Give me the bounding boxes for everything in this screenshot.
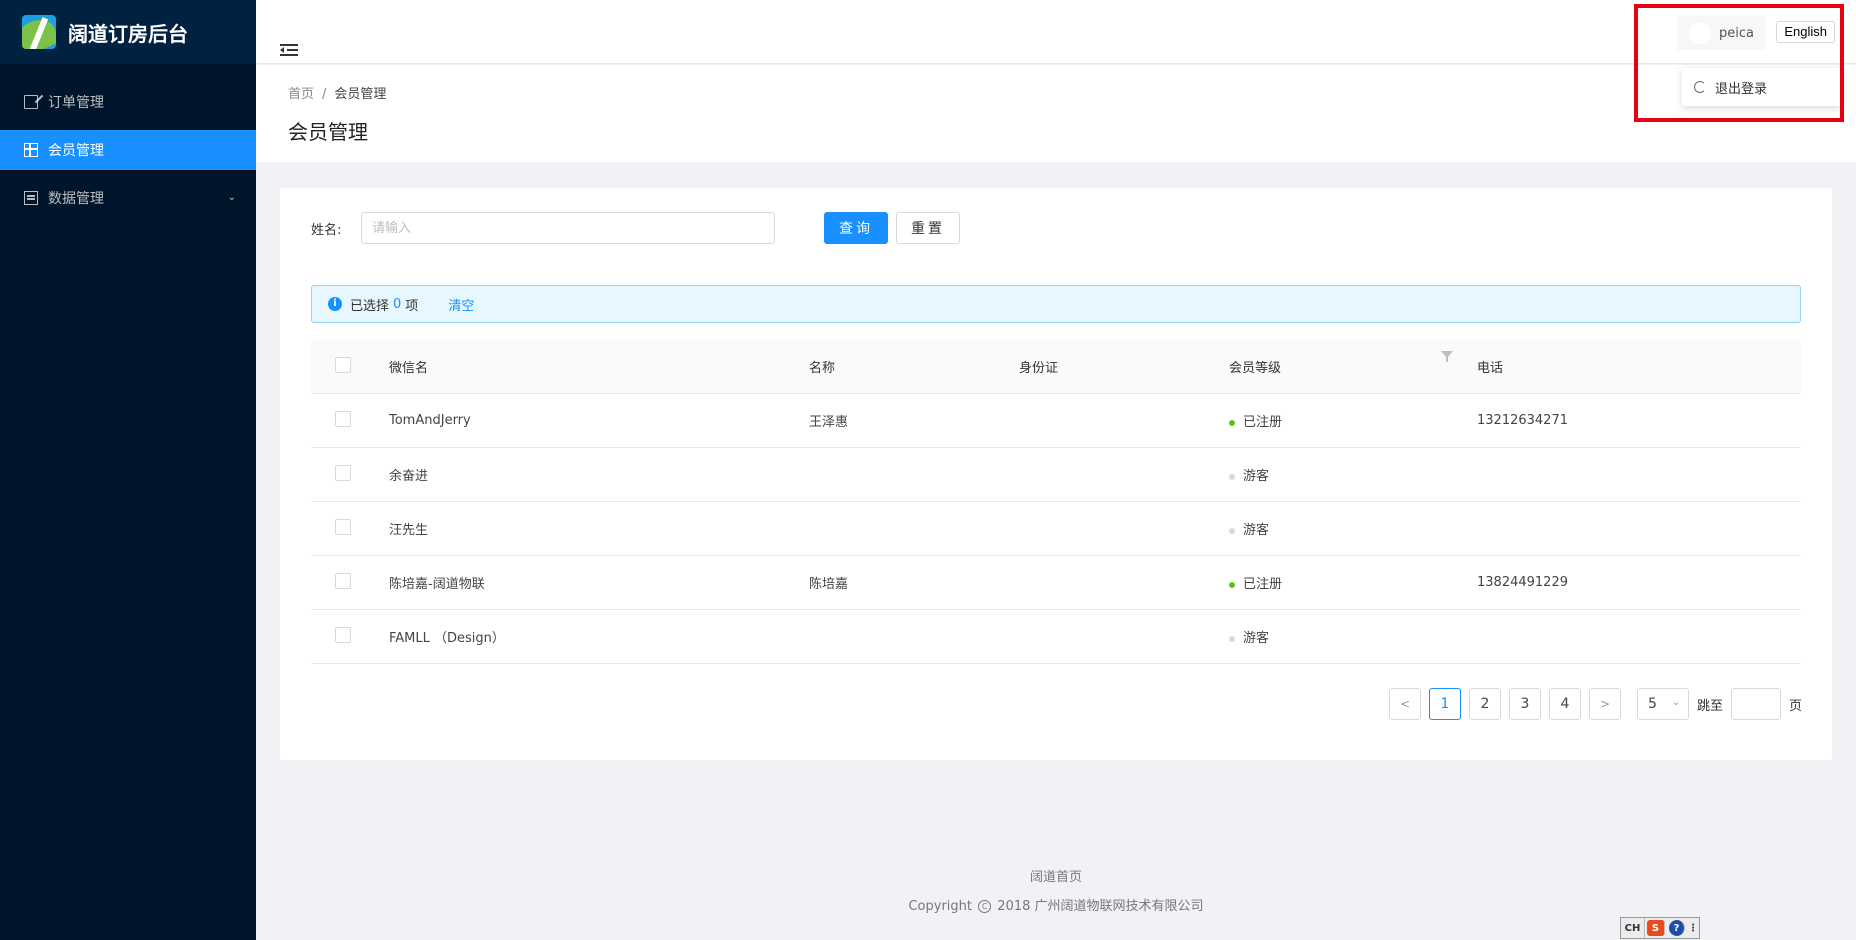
ime-mode-button[interactable]: CH — [1621, 918, 1645, 938]
ime-toolbar: CH S ? ⋮ — [1620, 917, 1700, 939]
cell-wechat: 余奋进 — [389, 469, 429, 484]
sidebar-item-data[interactable]: 数据管理 ⌄ — [0, 178, 256, 218]
clear-selection-link[interactable]: 清空 — [448, 295, 474, 314]
cell-wechat: TomAndJerry — [389, 413, 471, 428]
highlight-box — [1634, 4, 1844, 122]
page-1-button[interactable]: 1 — [1428, 688, 1461, 720]
menu-fold-icon[interactable] — [280, 44, 298, 58]
status-dot — [1229, 527, 1235, 534]
selection-alert: i 已选择 0 项 清空 — [311, 285, 1801, 323]
logo-icon — [22, 15, 56, 49]
content-card: 姓名: 查询 重置 i 已选择 0 项 清空 微信名 名称 身份证 会员等级 电… — [280, 188, 1832, 760]
info-icon: i — [328, 297, 342, 311]
sidebar-item-members[interactable]: 会员管理 — [0, 130, 256, 170]
table-icon — [24, 143, 38, 157]
logo[interactable]: 阔道订房后台 — [0, 0, 256, 64]
cell-wechat: 汪先生 — [389, 523, 429, 538]
cell-level: 已注册 — [1243, 415, 1283, 430]
table-header: 微信名 名称 身份证 会员等级 电话 — [311, 340, 1801, 394]
cell-phone: 13212634271 — [1477, 413, 1568, 428]
table-body: TomAndJerry 王泽惠 已注册 13212634271 余奋进 游客 汪先生 游客 陈培… — [311, 394, 1801, 664]
jump-label: 跳至 — [1696, 698, 1723, 714]
row-checkbox[interactable] — [335, 626, 351, 643]
copyright: Copyright C 2018 广州阔道物联网技术有限公司 — [908, 899, 1204, 914]
selection-prefix: 已选择 — [350, 298, 390, 314]
cell-level: 游客 — [1243, 469, 1270, 484]
cell-phone: 13824491229 — [1477, 575, 1568, 590]
sidebar-item-label: 会员管理 — [48, 143, 104, 159]
breadcrumb: 首页 / 会员管理 — [288, 83, 1856, 102]
ime-menu-handle[interactable]: ⋮ — [1687, 918, 1699, 938]
top-header: peica English — [256, 0, 1856, 64]
cell-level: 游客 — [1243, 523, 1270, 538]
chevron-down-icon: ⌄ — [227, 192, 236, 203]
list-icon — [24, 191, 38, 205]
column-header-name: 名称 — [809, 361, 836, 376]
status-dot — [1229, 473, 1235, 480]
prev-page-button[interactable]: < — [1388, 688, 1421, 720]
breadcrumb-separator: / — [322, 87, 327, 102]
select-all-checkbox[interactable] — [335, 356, 351, 373]
column-header-phone: 电话 — [1477, 361, 1504, 376]
row-checkbox[interactable] — [335, 410, 351, 427]
page-size-value: 5 — [1647, 696, 1657, 712]
breadcrumb-home[interactable]: 首页 — [288, 87, 314, 102]
edit-icon — [24, 95, 38, 109]
next-page-button[interactable]: > — [1588, 688, 1621, 720]
app-title: 阔道订房后台 — [68, 21, 188, 46]
selection-count: 0 — [393, 296, 402, 312]
column-header-level: 会员等级 — [1229, 361, 1282, 376]
table-row[interactable]: 汪先生 游客 — [311, 502, 1801, 556]
ime-brand-icon[interactable]: S — [1647, 920, 1665, 936]
reset-button[interactable]: 重置 — [896, 212, 960, 244]
row-checkbox[interactable] — [335, 464, 351, 481]
filter-icon[interactable] — [1441, 351, 1453, 362]
name-label: 姓名: — [311, 222, 342, 238]
page-4-button[interactable]: 4 — [1548, 688, 1581, 720]
cell-level: 已注册 — [1243, 577, 1283, 592]
footer: 阔道首页 Copyright C 2018 广州阔道物联网技术有限公司 — [256, 866, 1856, 914]
jump-suffix: 页 — [1788, 698, 1802, 714]
sidebar-menu: 订单管理 会员管理 数据管理 ⌄ — [0, 82, 256, 218]
page-3-button[interactable]: 3 — [1508, 688, 1541, 720]
column-header-id-card: 身份证 — [1019, 361, 1059, 376]
breadcrumb-current: 会员管理 — [334, 87, 387, 102]
row-checkbox[interactable] — [335, 572, 351, 589]
selection-suffix: 项 — [405, 298, 419, 314]
status-dot — [1229, 419, 1235, 426]
footer-home-link[interactable]: 阔道首页 — [256, 866, 1856, 885]
status-dot — [1229, 635, 1235, 642]
sidebar-item-label: 数据管理 — [48, 191, 104, 207]
page-2-button[interactable]: 2 — [1468, 688, 1501, 720]
jump-page-input[interactable] — [1730, 688, 1781, 720]
page-size-select[interactable]: 5 ⌄ — [1636, 688, 1689, 720]
table-row[interactable]: 余奋进 游客 — [311, 448, 1801, 502]
query-button[interactable]: 查询 — [824, 212, 888, 244]
cell-level: 游客 — [1243, 631, 1270, 646]
row-checkbox[interactable] — [335, 518, 351, 535]
search-form: 姓名: — [311, 212, 775, 244]
member-table: 微信名 名称 身份证 会员等级 电话 TomAndJerry 王泽惠 已注册 1321… — [311, 340, 1801, 664]
status-dot — [1229, 581, 1235, 588]
column-header-wechat: 微信名 — [389, 361, 429, 376]
cell-wechat: 陈培嘉-阔道物联 — [389, 577, 485, 592]
copyright-icon: C — [978, 900, 992, 913]
sidebar: 阔道订房后台 订单管理 会员管理 数据管理 ⌄ — [0, 0, 256, 940]
table-row[interactable]: FAMLL （Design） 游客 — [311, 610, 1801, 664]
sidebar-item-orders[interactable]: 订单管理 — [0, 82, 256, 122]
page-header: 首页 / 会员管理 会员管理 — [256, 65, 1856, 162]
page-title: 会员管理 — [288, 120, 368, 144]
sidebar-item-label: 订单管理 — [48, 95, 104, 111]
ime-help-icon[interactable]: ? — [1669, 920, 1685, 936]
cell-name: 王泽惠 — [809, 415, 849, 430]
chevron-down-icon: ⌄ — [1671, 697, 1680, 708]
table-row[interactable]: 陈培嘉-阔道物联 陈培嘉 已注册 13824491229 — [311, 556, 1801, 610]
table-row[interactable]: TomAndJerry 王泽惠 已注册 13212634271 — [311, 394, 1801, 448]
cell-name: 陈培嘉 — [809, 577, 849, 592]
cell-wechat: FAMLL （Design） — [389, 631, 505, 646]
name-search-input[interactable] — [361, 212, 775, 244]
pagination: < 1 2 3 4 > 5 ⌄ 跳至 页 — [1381, 688, 1802, 720]
